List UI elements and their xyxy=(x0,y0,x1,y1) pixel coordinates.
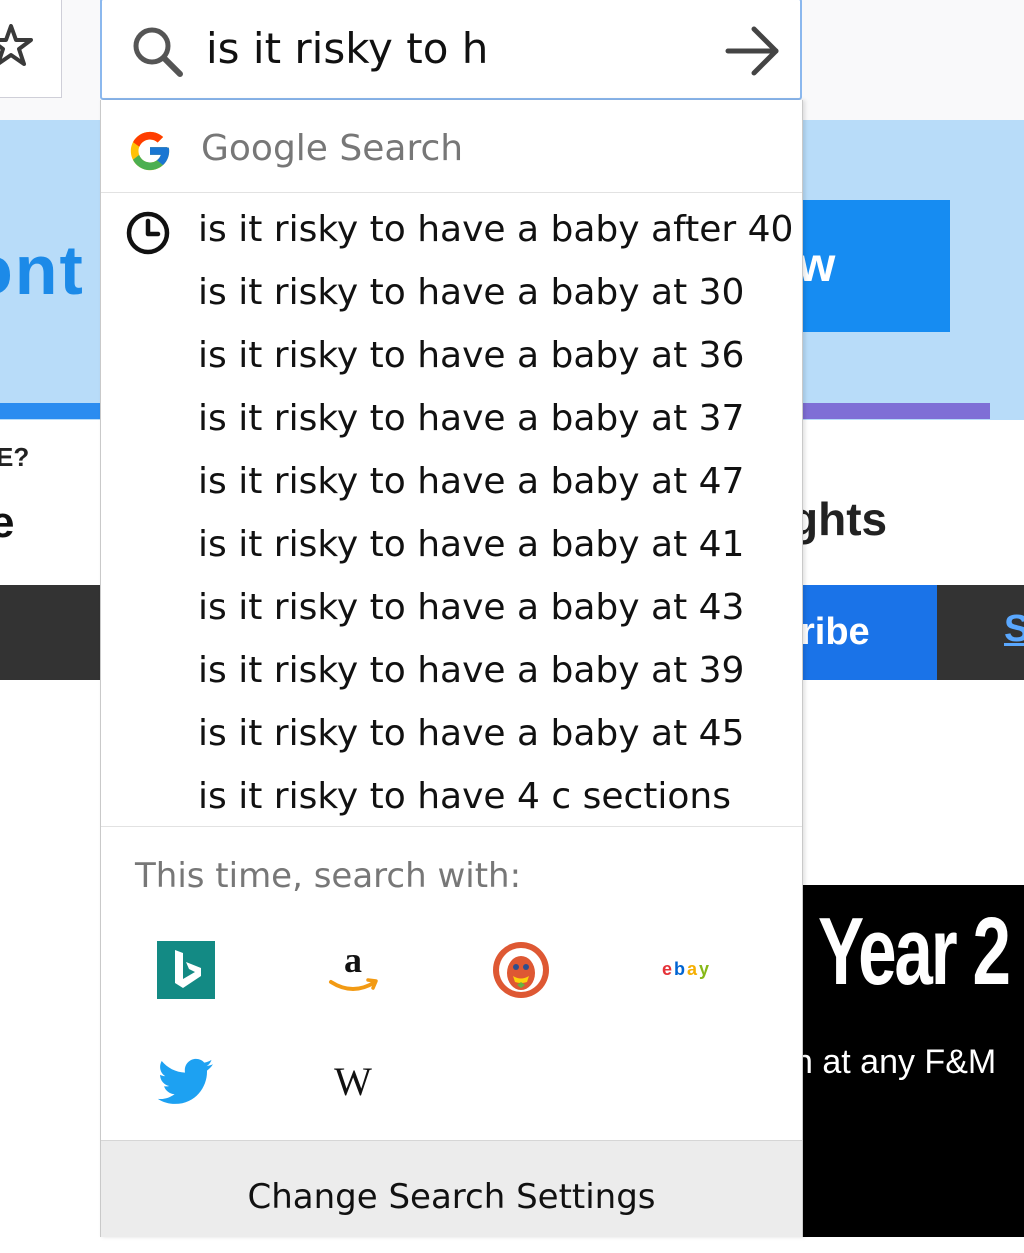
google-icon xyxy=(130,131,170,171)
suggestion-item[interactable]: is it risky to have a baby at 47 xyxy=(101,450,802,513)
suggestion-item[interactable]: is it risky to have a baby at 37 xyxy=(101,387,802,450)
arrow-right-icon[interactable] xyxy=(724,24,782,78)
suggestion-text: is it risky to have a baby at 47 xyxy=(198,461,745,502)
default-engine-header: Google Search xyxy=(101,100,802,193)
banner-accent-bar xyxy=(0,403,100,419)
ad-title: Year 2 xyxy=(818,898,1011,1005)
suggestion-item[interactable]: is it risky to have a baby at 41 xyxy=(101,513,802,576)
page-ad[interactable]: Year 2 n at any F&M xyxy=(800,885,1024,1237)
suggestion-list: is it risky to have a baby after 40 is i… xyxy=(101,198,802,828)
suggestion-item[interactable]: is it risky to have a baby at 36 xyxy=(101,324,802,387)
svg-text:e: e xyxy=(662,959,672,979)
search-icon xyxy=(133,27,183,77)
wikipedia-icon[interactable]: W xyxy=(323,1052,383,1112)
svg-text:a: a xyxy=(687,959,698,979)
suggestion-item[interactable]: is it risky to have a baby at 30 xyxy=(101,261,802,324)
page-small-text: E? xyxy=(0,442,30,472)
page-small-text: e xyxy=(0,498,15,547)
settings-button-label: Change Search Settings xyxy=(247,1177,656,1217)
subscribe-button[interactable]: ribe xyxy=(780,585,937,680)
suggestion-text: is it risky to have a baby at 39 xyxy=(198,650,745,691)
suggestion-item[interactable]: is it risky to have a baby at 43 xyxy=(101,576,802,639)
change-search-settings-button[interactable]: Change Search Settings xyxy=(101,1140,802,1237)
suggestion-item[interactable]: is it risky to have 4 c sections xyxy=(101,765,802,828)
star-icon xyxy=(0,24,33,66)
suggestion-text: is it risky to have a baby after 40 xyxy=(198,209,794,250)
svg-text:W: W xyxy=(334,1059,372,1104)
twitter-icon[interactable] xyxy=(156,1052,216,1112)
bookmark-button[interactable] xyxy=(0,0,62,98)
ad-subtitle: n at any F&M xyxy=(800,1043,997,1081)
suggestion-text: is it risky to have a baby at 45 xyxy=(198,713,745,754)
suggestion-item[interactable]: is it risky to have a baby after 40 xyxy=(101,198,802,261)
clock-icon xyxy=(126,211,170,255)
svg-text:a: a xyxy=(344,940,362,980)
suggestion-text: is it risky to have a baby at 43 xyxy=(198,587,745,628)
page-heading: ghts xyxy=(790,493,888,545)
amazon-icon[interactable]: a xyxy=(323,940,383,1000)
bing-icon[interactable] xyxy=(156,940,216,1000)
svg-text:b: b xyxy=(674,959,685,979)
suggestion-text: is it risky to have 4 c sections xyxy=(198,776,731,817)
banner-text: ont xyxy=(0,231,85,309)
suggestion-text: is it risky to have a baby at 37 xyxy=(198,398,745,439)
default-engine-label: Google Search xyxy=(201,128,464,169)
search-suggestions-popup: Google Search is it risky to have a baby… xyxy=(100,100,803,1237)
suggestion-item[interactable]: is it risky to have a baby at 39 xyxy=(101,639,802,702)
search-query-text: is it risky to h xyxy=(206,24,489,73)
banner-accent-bar xyxy=(800,403,990,419)
suggestion-text: is it risky to have a baby at 41 xyxy=(198,524,745,565)
alt-engines-label: This time, search with: xyxy=(135,856,522,896)
suggestion-item[interactable]: is it risky to have a baby at 45 xyxy=(101,702,802,765)
svg-text:y: y xyxy=(699,959,709,979)
suggestion-text: is it risky to have a baby at 36 xyxy=(198,335,745,376)
search-input[interactable]: is it risky to h xyxy=(100,0,802,100)
ebay-icon[interactable]: e b a y xyxy=(661,940,721,1000)
page-nav-link[interactable]: S xyxy=(1004,608,1024,651)
divider xyxy=(101,826,802,827)
suggestion-text: is it risky to have a baby at 30 xyxy=(198,272,745,313)
duckduckgo-icon[interactable] xyxy=(491,940,551,1000)
